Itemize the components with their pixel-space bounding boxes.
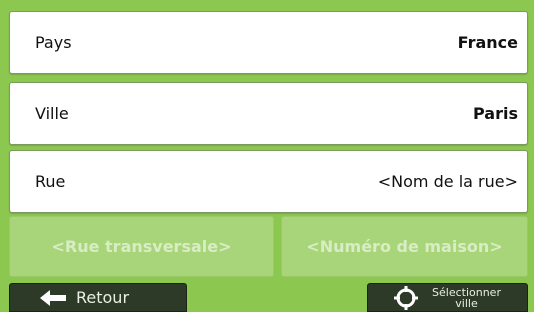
city-value: Paris [473, 104, 518, 123]
country-label: Pays [35, 33, 72, 52]
back-button[interactable]: Retour [9, 283, 187, 312]
cross-street-button[interactable]: <Rue transversale> [9, 216, 274, 277]
back-label: Retour [76, 288, 130, 307]
left-arrow-icon [40, 289, 66, 306]
city-label: Ville [35, 104, 69, 123]
street-label: Rue [35, 172, 66, 191]
country-field[interactable]: Pays France [9, 11, 528, 74]
street-value: <Nom de la rue> [377, 172, 518, 191]
select-city-line2: ville [455, 296, 478, 310]
select-city-line1: Sélectionner [432, 285, 501, 299]
select-city-label: Sélectionner ville [432, 287, 502, 309]
house-number-button[interactable]: <Numéro de maison> [281, 216, 528, 277]
cross-street-label: <Rue transversale> [51, 237, 232, 256]
select-city-button[interactable]: Sélectionner ville [367, 283, 528, 312]
crosshair-icon [393, 285, 418, 310]
house-number-label: <Numéro de maison> [306, 237, 503, 256]
city-field[interactable]: Ville Paris [9, 82, 528, 145]
street-field[interactable]: Rue <Nom de la rue> [9, 150, 528, 213]
country-value: France [457, 33, 518, 52]
